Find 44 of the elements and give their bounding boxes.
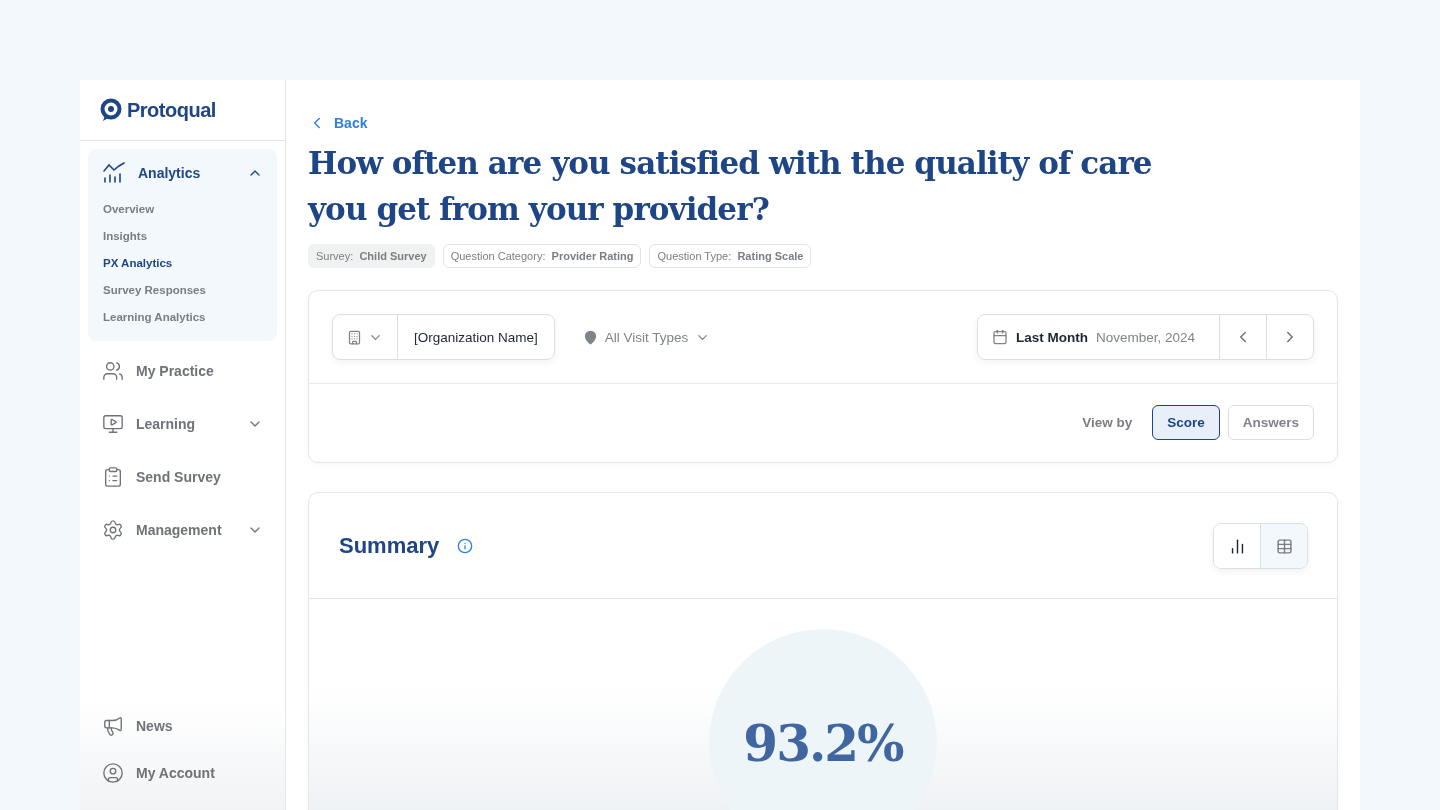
- info-icon[interactable]: [457, 537, 474, 554]
- question-title: How often are you satisfied with the quality of care you get from your provider?: [308, 144, 1153, 229]
- nav-item[interactable]: Send Survey: [88, 453, 277, 500]
- user-circle-icon: [102, 761, 124, 784]
- back-link[interactable]: Back: [308, 114, 368, 132]
- score-value: 93.2%: [743, 713, 903, 773]
- users-icon: [102, 359, 124, 382]
- chart-view-button[interactable]: [1214, 523, 1261, 568]
- organization-picker[interactable]: [Organization Name]: [332, 314, 555, 360]
- view-option[interactable]: Answers: [1227, 405, 1314, 440]
- logo-text: Protoqual: [127, 98, 216, 122]
- view-option[interactable]: Score: [1152, 405, 1220, 440]
- map-pin-icon: [582, 329, 598, 345]
- visit-type-dropdown[interactable]: All Visit Types: [582, 329, 711, 345]
- nav-item[interactable]: News: [88, 702, 277, 749]
- info-tag: Question Type: Rating Scale: [649, 244, 812, 268]
- nav-subitem[interactable]: Overview: [88, 196, 277, 223]
- table-icon: [1275, 538, 1293, 555]
- chart-line-icon: [102, 160, 126, 185]
- nav-subitem[interactable]: Insights: [88, 223, 277, 250]
- settings-icon: [102, 518, 124, 541]
- info-tag: Question Category: Provider Rating: [442, 244, 642, 268]
- nav-item[interactable]: Management: [88, 506, 277, 553]
- nav-subitem[interactable]: PX Analytics: [88, 250, 277, 277]
- megaphone-icon: [102, 714, 124, 737]
- date-picker[interactable]: Last Month November, 2024: [976, 314, 1314, 360]
- view-toggle[interactable]: [1213, 522, 1308, 569]
- nav-item[interactable]: My Practice: [88, 347, 277, 394]
- nav-item[interactable]: Learning: [88, 400, 277, 447]
- logo-icon: [99, 98, 123, 122]
- summary-title: Summary: [339, 532, 440, 559]
- list-document-icon: [102, 465, 124, 488]
- calendar-icon: [991, 329, 1008, 345]
- organization-name: [Organization Name]: [413, 328, 539, 347]
- nav-subitem[interactable]: Learning Analytics: [88, 304, 277, 331]
- view-by-label: View by: [1082, 415, 1133, 430]
- table-view-button[interactable]: [1261, 523, 1307, 568]
- nav-subitem[interactable]: Survey Responses: [88, 277, 277, 304]
- nav-item[interactable]: Analytics: [88, 149, 277, 196]
- monitor-play-icon: [102, 412, 124, 435]
- nav-item[interactable]: My Account: [88, 749, 277, 796]
- period-button[interactable]: Last Month November, 2024: [977, 315, 1220, 359]
- building-icon: [347, 329, 362, 345]
- info-tag: Survey: Child Survey: [308, 244, 435, 268]
